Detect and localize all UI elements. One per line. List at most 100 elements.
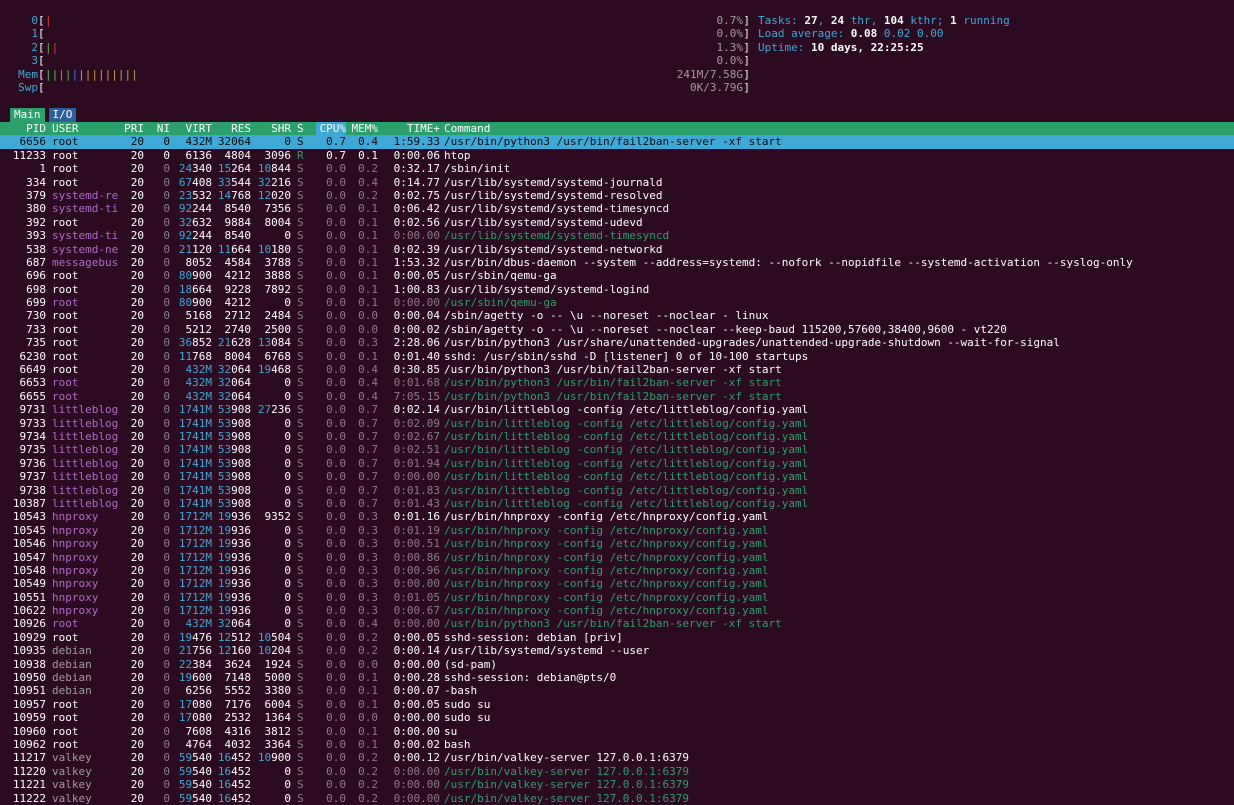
process-row[interactable]: 9734 littleblog 20 0 1741M 53908 0 S 0.0 0.7 0:02.…: [0, 430, 1234, 443]
digits-high: 19: [217, 577, 232, 591]
cell-res: 53908: [214, 457, 251, 470]
cell-ni: 0: [163, 296, 170, 310]
tab-main[interactable]: Main: [10, 108, 45, 122]
process-row[interactable]: 6655 root 20 0 432M 32064 0 S 0.0 0.4 7:05.15/usr/…: [0, 390, 1234, 403]
process-row[interactable]: 10545 hnproxy 20 0 1712M 19936 0 S 0.0 0.3 0:01.19…: [0, 524, 1234, 537]
process-row[interactable]: 6230 root 20 0 11768 8004 6768 S 0.0 0.1 0:01.40 ss…: [0, 350, 1234, 363]
process-row[interactable]: 10938 debian 20 0 22384 3624 1924 S 0.0 0.0 0:00.0…: [0, 658, 1234, 671]
col-virt[interactable]: VIRT: [172, 122, 213, 135]
cell-mem: 0.7: [358, 456, 378, 470]
cell-pri: 20: [130, 496, 144, 510]
col-cpu[interactable]: CPU%: [316, 122, 346, 136]
process-row[interactable]: 538 systemd-ne 20 0 21120 11664 10180 S 0.0 0.1 0:…: [0, 243, 1234, 256]
process-row[interactable]: 379 systemd-re 20 0 23532 14768 12020 S 0.0 0.2 0:…: [0, 189, 1234, 202]
process-row[interactable]: 696 root 20 0 80900 4212 3888 S 0.0 0.1 0:00.05/us…: [0, 269, 1234, 282]
cell-pid: 379: [26, 188, 46, 202]
cell-shr: 0: [284, 590, 291, 604]
cell-shr: 0: [284, 229, 291, 243]
process-row[interactable]: 10960 root 20 0 7608 4316 3812 S 0.0 0.1 0:00.00 su: [0, 725, 1234, 738]
process-row[interactable]: 10622 hnproxy 20 0 1712M 19936 0 S 0.0 0.3 0:00.67…: [0, 604, 1234, 617]
process-row[interactable]: 735 root 20 0 36852 21628 13084 S 0.0 0.3 2:28.06/…: [0, 336, 1234, 349]
process-row[interactable]: 10547 hnproxy 20 0 1712M 19936 0 S 0.0 0.3 0:00.86…: [0, 551, 1234, 564]
cell-cmd: /usr/bin/hnproxy -config /etc/hnproxy/co…: [444, 563, 769, 577]
process-row[interactable]: 10546 hnproxy 20 0 1712M 19936 0 S 0.0 0.3 0:00.51…: [0, 537, 1234, 550]
col-shr[interactable]: SHR: [253, 122, 291, 135]
process-row[interactable]: 11233 root 20 0 6136 4804 3096 R 0.7 0.1 0:00.06 ht…: [0, 149, 1234, 162]
cell-cpu: 0.0: [326, 483, 346, 497]
tab-io[interactable]: I/O: [48, 108, 77, 122]
col-user[interactable]: USER: [52, 122, 122, 135]
cpu-mem-meters: 0[| 0.7%] 1[0.0%] 2[|| 1.3%] 3[0.0%] Mem[|||||…: [0, 14, 750, 94]
process-row[interactable]: 699 root 20 0 80900 4212 0 S 0.0 0.1 0:00.00/usr/s…: [0, 296, 1234, 309]
col-mem[interactable]: MEM%: [346, 122, 379, 135]
process-row[interactable]: 10962 root 20 0 4764 4032 3364 S 0.0 0.1 0:00.02 ba…: [0, 738, 1234, 751]
process-row[interactable]: 687 messagebus 20 0 8052 4584 3788 S 0.0 0.1 1:53.…: [0, 256, 1234, 269]
process-row[interactable]: 11221 valkey 20 0 59540 16452 0 S 0.0 0.2 0:00.00/…: [0, 778, 1234, 791]
col-pid[interactable]: PID: [0, 122, 46, 135]
process-row[interactable]: 9737 littleblog 20 0 1741M 53908 0 S 0.0 0.7 0:00.…: [0, 470, 1234, 483]
meter-bracket: [: [38, 27, 45, 41]
cell-pri: 20: [130, 563, 144, 577]
cell-shr: 0: [284, 523, 291, 537]
digits-low: 600: [192, 671, 212, 685]
cell-res: 15264: [214, 162, 251, 175]
process-row[interactable]: 9731 littleblog 20 0 1741M 53908 27236 S 0.0 0.7 0…: [0, 403, 1234, 416]
cell-res: 19936: [214, 577, 251, 590]
cell-time: 0:00.02: [393, 737, 440, 751]
col-res[interactable]: RES: [214, 122, 251, 135]
col-state[interactable]: S: [297, 122, 309, 135]
cell-time: 0:01.43: [393, 496, 440, 510]
process-row[interactable]: 10957 root 20 0 17080 7176 6004 S 0.0 0.1 0:00.05 s…: [0, 698, 1234, 711]
digits-low: 908: [231, 443, 251, 457]
process-row[interactable]: 1 root 20 0 24340 15264 10844 S 0.0 0.2 0:32.17/sb…: [0, 162, 1234, 175]
col-time[interactable]: TIME+: [384, 122, 440, 135]
process-row[interactable]: 730 root 20 0 5168 2712 2484 S 0.0 0.0 0:00.04/sbi…: [0, 309, 1234, 322]
digits-high: 18: [178, 282, 193, 296]
process-row[interactable]: 6656 root 20 0 432M 32064 0 S 0.7 0.4 1:59.33/usr/…: [0, 135, 1234, 149]
process-row[interactable]: 10926 root 20 0 432M 32064 0 S 0.0 0.4 0:00.00/usr…: [0, 617, 1234, 630]
digits-low: 264: [231, 162, 251, 176]
process-row[interactable]: 10950 debian 20 0 19600 7148 5000 S 0.0 0.1 0:00.2…: [0, 671, 1234, 684]
process-row[interactable]: 6649 root 20 0 432M 32064 19468 S 0.0 0.4 0:30.85/…: [0, 363, 1234, 376]
process-row[interactable]: 10959 root 20 0 17080 2532 1364 S 0.0 0.0 0:00.00 s…: [0, 711, 1234, 724]
col-pri[interactable]: PRI: [118, 122, 144, 135]
process-row[interactable]: 10929 root 20 0 19476 12512 10504 S 0.0 0.2 0:00.0…: [0, 631, 1234, 644]
process-row[interactable]: 10951 debian 20 0 6256 5552 3380 S 0.0 0.1 0:00.07…: [0, 684, 1234, 697]
cell-time: 0:00.28: [393, 671, 440, 685]
process-row[interactable]: 392 root 20 0 32632 9884 8004 S 0.0 0.1 0:02.56/us…: [0, 216, 1234, 229]
process-row[interactable]: 393 systemd-ti 20 0 92244 8540 0 S 0.0 0.1 0:00.00…: [0, 229, 1234, 242]
process-row[interactable]: 733 root 20 0 5212 2740 2500 S 0.0 0.0 0:00.02/sbi…: [0, 323, 1234, 336]
cell-time: 0:30.85: [393, 363, 440, 377]
cell-res: 32064: [214, 376, 251, 389]
process-row[interactable]: 11220 valkey 20 0 59540 16452 0 S 0.0 0.2 0:00.00/…: [0, 765, 1234, 778]
col-ni[interactable]: NI: [148, 122, 170, 135]
process-row[interactable]: 10543 hnproxy 20 0 1712M 19936 9352 S 0.0 0.3 0:01…: [0, 510, 1234, 523]
cell-res: 16452: [214, 751, 251, 764]
cell-res: 11664: [214, 243, 251, 256]
cell-time: 0:02.14: [393, 403, 440, 417]
process-row[interactable]: 9738 littleblog 20 0 1741M 53908 0 S 0.0 0.7 0:01.…: [0, 484, 1234, 497]
process-row[interactable]: 9733 littleblog 20 0 1741M 53908 0 S 0.0 0.7 0:02.…: [0, 417, 1234, 430]
cell-pri: 20: [130, 296, 144, 310]
process-row[interactable]: 10549 hnproxy 20 0 1712M 19936 0 S 0.0 0.3 0:00.00…: [0, 577, 1234, 590]
process-row[interactable]: 6653 root 20 0 432M 32064 0 S 0.0 0.4 0:01.68/usr/…: [0, 376, 1234, 389]
process-row[interactable]: 10935 debian 20 0 21756 12160 10204 S 0.0 0.2 0:00…: [0, 644, 1234, 657]
process-row[interactable]: 10551 hnproxy 20 0 1712M 19936 0 S 0.0 0.3 0:01.05…: [0, 591, 1234, 604]
cell-pri: 20: [130, 188, 144, 202]
process-row[interactable]: 380 systemd-ti 20 0 92244 8540 7356 S 0.0 0.1 0:06…: [0, 202, 1234, 215]
process-row[interactable]: 9736 littleblog 20 0 1741M 53908 0 S 0.0 0.7 0:01.…: [0, 457, 1234, 470]
cell-pid: 9735: [19, 443, 47, 457]
process-row[interactable]: 10548 hnproxy 20 0 1712M 19936 0 S 0.0 0.3 0:00.96…: [0, 564, 1234, 577]
process-row[interactable]: 698 root 20 0 18664 9228 7892 S 0.0 0.1 1:00.83/us…: [0, 283, 1234, 296]
process-row[interactable]: 334 root 20 0 67408 33544 32216 S 0.0 0.4 0:14.77/…: [0, 176, 1234, 189]
process-row[interactable]: 11222 valkey 20 0 59540 16452 0 S 0.0 0.2 0:00.00/…: [0, 792, 1234, 805]
process-row[interactable]: 9735 littleblog 20 0 1741M 53908 0 S 0.0 0.7 0:02.…: [0, 443, 1234, 456]
col-command[interactable]: Command: [444, 122, 490, 135]
process-row[interactable]: 11217 valkey 20 0 59540 16452 10900 S 0.0 0.2 0:00…: [0, 751, 1234, 764]
digits-low: 204: [271, 644, 291, 658]
cell-res: 19936: [214, 604, 251, 617]
meter-row: Swp[0K/3.79G]: [0, 81, 750, 94]
process-row[interactable]: 10387 littleblog 20 0 1741M 53908 0 S 0.0 0.7 0:01…: [0, 497, 1234, 510]
digits-low: 540: [192, 791, 212, 805]
cell-res: 33544: [214, 176, 251, 189]
